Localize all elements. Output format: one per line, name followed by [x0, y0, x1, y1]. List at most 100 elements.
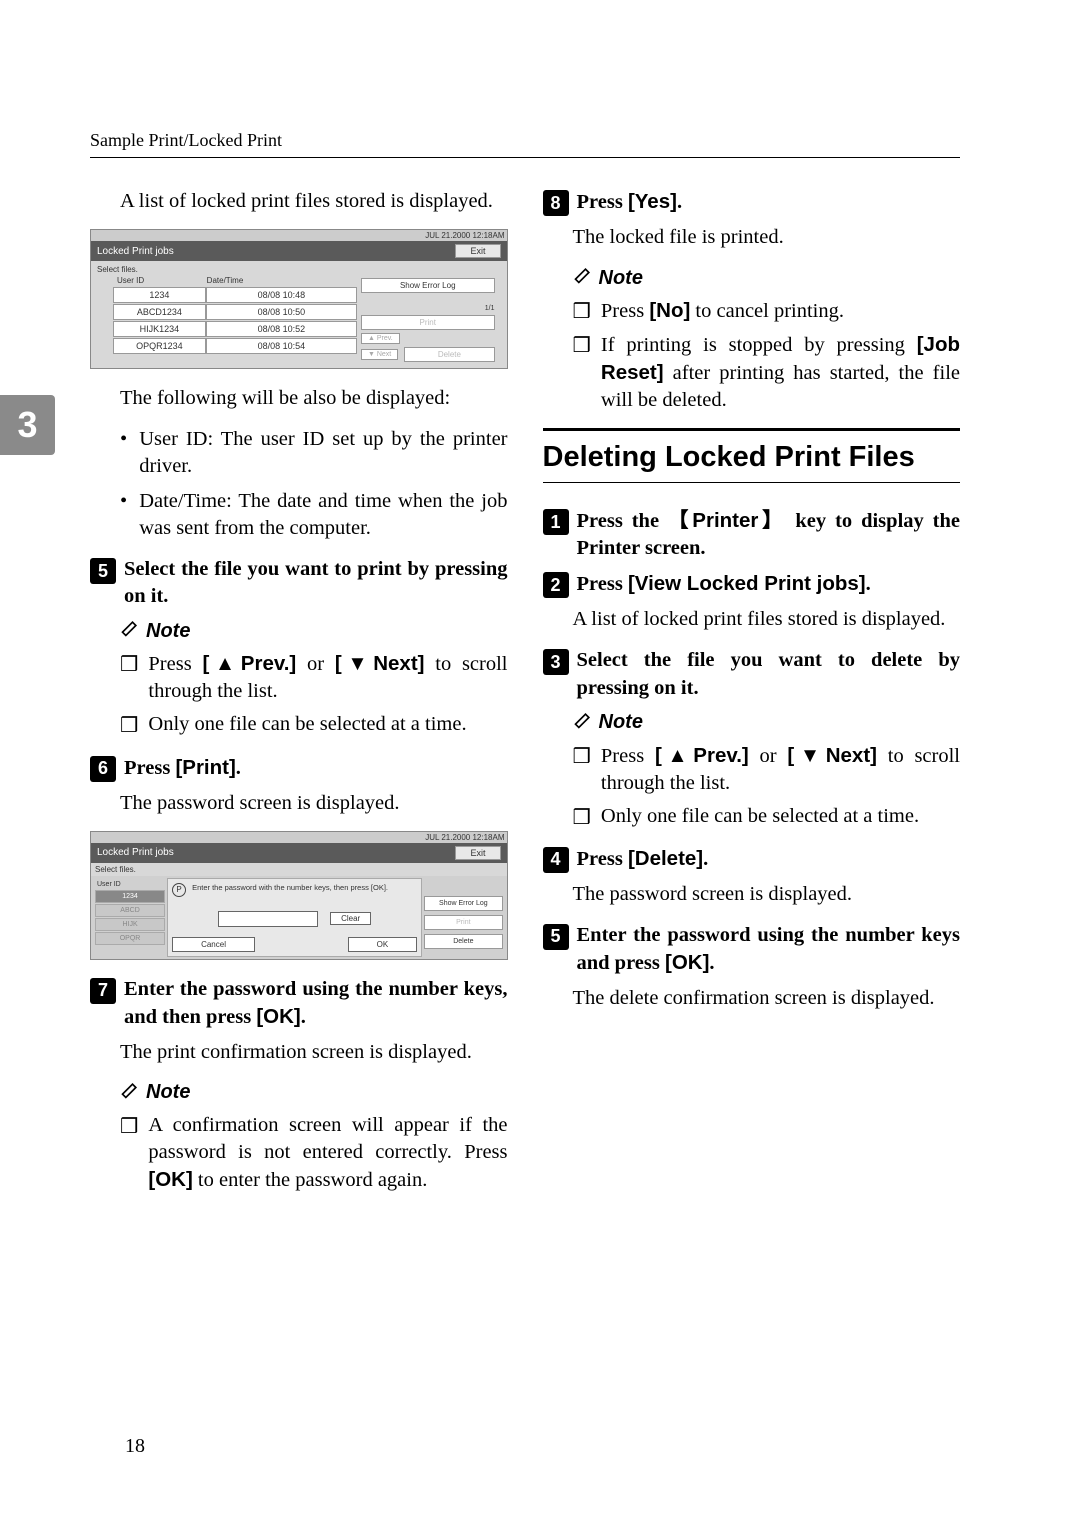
- step-text: Press [View Locked Print jobs].: [577, 570, 961, 598]
- step-5b: 5 Enter the password using the number ke…: [543, 922, 961, 977]
- table-row[interactable]: ABCD123408/08 10:50: [113, 304, 357, 320]
- step-2: 2 Press [View Locked Print jobs].: [543, 570, 961, 598]
- step-1: 1 Press the 【Printer】 key to display the…: [543, 507, 961, 562]
- note-label: Note: [146, 1081, 190, 1104]
- step-number-icon: 2: [543, 572, 569, 598]
- square-bullet-icon: ❒: [120, 1113, 138, 1194]
- show-error-log-button[interactable]: Show Error Log: [361, 278, 495, 293]
- next-button[interactable]: ▼ Next: [361, 349, 398, 360]
- step-text: Press [Delete].: [577, 845, 961, 873]
- ss-hint: Select files.: [93, 263, 505, 276]
- step-number-icon: 3: [543, 649, 569, 675]
- cell-date: 08/08 10:48: [206, 287, 357, 303]
- list-item[interactable]: 1234: [95, 890, 165, 903]
- exit-button[interactable]: Exit: [455, 244, 500, 258]
- body-text: The password screen is displayed.: [120, 790, 508, 817]
- step-number-icon: 5: [543, 924, 569, 950]
- step-4: 4 Press [Delete].: [543, 845, 961, 873]
- ss-hint: Select files.: [91, 863, 507, 876]
- page-number: 18: [125, 1435, 145, 1458]
- note-text: Press [▲Prev.] or [▼Next] to scroll thro…: [148, 650, 507, 705]
- page-container: Sample Print/Locked Print A list of lock…: [0, 0, 1080, 1288]
- step-3: 3 Select the file you want to delete by …: [543, 647, 961, 701]
- cell-user: HIJK1234: [113, 321, 206, 337]
- step-text: Select the file you want to print by pre…: [124, 556, 508, 610]
- cell-date: 08/08 10:54: [206, 338, 357, 354]
- body-text: A list of locked print files stored is d…: [120, 188, 508, 215]
- screenshot-password-entry: JUL 21.2000 12:18AM Locked Print jobs Ex…: [90, 831, 508, 960]
- table-row[interactable]: 123408/08 10:48: [113, 287, 357, 303]
- note-text: Press [▲Prev.] or [▼Next] to scroll thro…: [601, 742, 960, 797]
- step-7: 7 Enter the password using the number ke…: [90, 976, 508, 1031]
- ok-button[interactable]: OK: [348, 937, 418, 952]
- cell-date: 08/08 10:52: [206, 321, 357, 337]
- square-bullet-icon: ❒: [573, 804, 591, 831]
- bullet-text: User ID: The user ID set up by the print…: [139, 426, 507, 480]
- password-input[interactable]: [218, 911, 318, 927]
- ss-title: Locked Print jobs: [97, 246, 174, 257]
- step-text: Press the 【Printer】 key to display the P…: [577, 507, 961, 562]
- heading-deleting-locked: Deleting Locked Print Files: [543, 428, 961, 483]
- cell-user: 1234: [113, 287, 206, 303]
- col-date-time: Date/Time: [207, 276, 353, 285]
- note-text: If printing is stopped by pressing [Job …: [601, 331, 960, 414]
- table-row[interactable]: OPQR123408/08 10:54: [113, 338, 357, 354]
- prev-button[interactable]: ▲ Prev.: [361, 333, 400, 344]
- clear-button[interactable]: Clear: [330, 912, 371, 925]
- note-label: Note: [599, 711, 643, 734]
- square-bullet-icon: ❒: [120, 712, 138, 739]
- step-5: 5 Select the file you want to print by p…: [90, 556, 508, 610]
- cell-date: 08/08 10:50: [206, 304, 357, 320]
- bullet-icon: •: [120, 426, 127, 480]
- col-user-id: User ID: [95, 880, 165, 889]
- running-header: Sample Print/Locked Print: [90, 130, 960, 158]
- step-number-icon: 4: [543, 847, 569, 873]
- ss-title: Locked Print jobs: [97, 847, 174, 858]
- ss-datetime: JUL 21.2000 12:18AM: [425, 833, 504, 842]
- print-button[interactable]: Print: [424, 915, 502, 930]
- ss-file-list: User ID 1234 ABCD HIJK OPQR: [93, 878, 167, 957]
- note-text: A confirmation screen will appear if the…: [148, 1112, 507, 1194]
- step-text: Select the file you want to delete by pr…: [577, 647, 961, 701]
- delete-button[interactable]: Delete: [404, 347, 494, 362]
- left-column: A list of locked print files stored is d…: [90, 188, 508, 1208]
- col-user-id: User ID: [117, 276, 207, 285]
- step-6: 6 Press [Print].: [90, 754, 508, 782]
- step-number-icon: 7: [90, 978, 116, 1004]
- body-text: The print confirmation screen is display…: [120, 1039, 508, 1066]
- square-bullet-icon: ❒: [573, 743, 591, 797]
- right-column: 8 Press [Yes]. The locked file is printe…: [543, 188, 961, 1208]
- bullet-icon: •: [120, 488, 127, 542]
- square-bullet-icon: ❒: [573, 332, 591, 414]
- pencil-icon: [573, 710, 593, 736]
- note-text: Press [No] to cancel printing.: [601, 297, 960, 325]
- note-label: Note: [599, 267, 643, 290]
- lock-icon: P: [172, 883, 186, 897]
- ss-datetime: JUL 21.2000 12:18AM: [425, 231, 504, 240]
- password-hint: Enter the password with the number keys,…: [192, 883, 388, 897]
- square-bullet-icon: ❒: [573, 298, 591, 325]
- pencil-icon: [120, 1080, 140, 1106]
- list-item[interactable]: OPQR: [95, 932, 165, 945]
- body-text: The following will be also be displayed:: [120, 385, 508, 412]
- body-text: The delete confirmation screen is displa…: [573, 985, 961, 1012]
- list-item[interactable]: ABCD: [95, 904, 165, 917]
- exit-button[interactable]: Exit: [455, 846, 500, 860]
- print-button[interactable]: Print: [361, 315, 495, 330]
- file-table: User ID Date/Time 123408/08 10:48 ABCD12…: [113, 276, 357, 362]
- cancel-button[interactable]: Cancel: [172, 937, 255, 952]
- step-number-icon: 8: [543, 190, 569, 216]
- step-number-icon: 1: [543, 509, 569, 535]
- delete-button[interactable]: Delete: [424, 934, 502, 949]
- step-number-icon: 6: [90, 756, 116, 782]
- note-text: Only one file can be selected at a time.: [148, 711, 507, 739]
- step-8: 8 Press [Yes].: [543, 188, 961, 216]
- note-text: Only one file can be selected at a time.: [601, 803, 960, 831]
- step-text: Press [Yes].: [577, 188, 961, 216]
- list-item[interactable]: HIJK: [95, 918, 165, 931]
- bullet-text: Date/Time: The date and time when the jo…: [139, 488, 507, 542]
- page-counter: 1/1: [485, 305, 495, 312]
- show-error-log-button[interactable]: Show Error Log: [424, 896, 502, 911]
- table-row[interactable]: HIJK123408/08 10:52: [113, 321, 357, 337]
- cell-user: OPQR1234: [113, 338, 206, 354]
